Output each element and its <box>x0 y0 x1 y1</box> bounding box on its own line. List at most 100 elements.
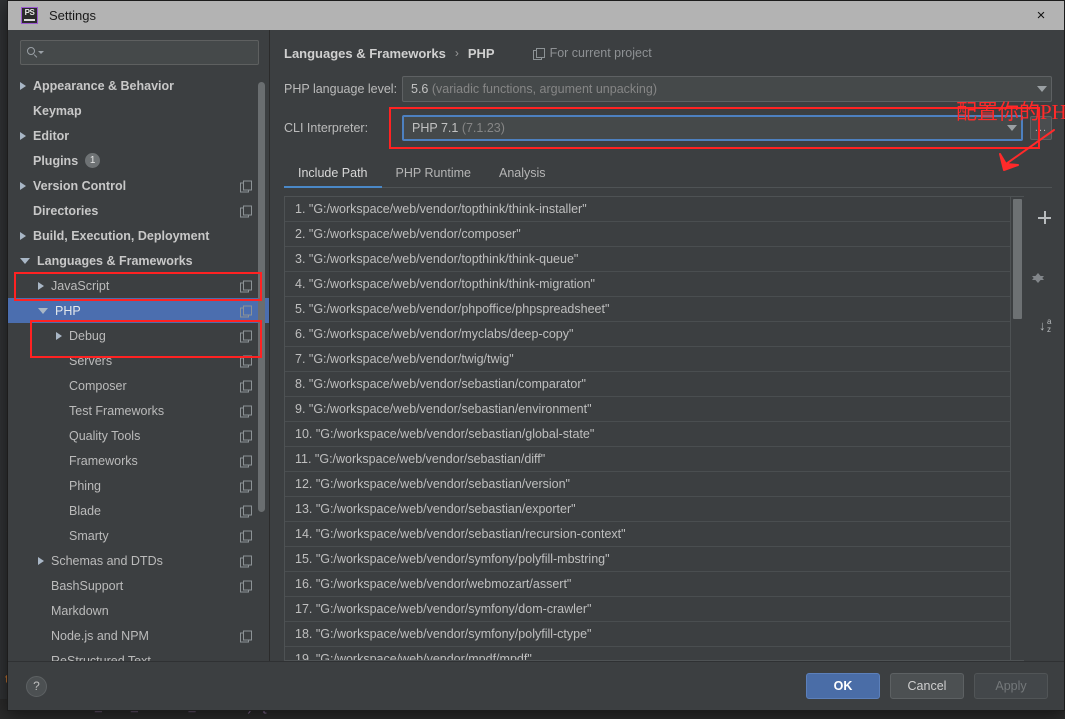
apply-button[interactable]: Apply <box>974 673 1048 699</box>
chevron-right-icon[interactable] <box>20 181 26 190</box>
php-language-level-select[interactable]: 5.6 (variadic functions, argument unpack… <box>402 76 1052 102</box>
include-path-row[interactable]: 19. "G:/workspace/web/vendor/mpdf/mpdf" <box>285 647 1010 660</box>
search-box[interactable] <box>20 40 259 65</box>
sidebar-item-directories[interactable]: Directories <box>8 198 269 223</box>
sidebar-item-javascript[interactable]: JavaScript <box>8 273 269 298</box>
sidebar-item-plugins[interactable]: Plugins 1 <box>8 148 269 173</box>
chevron-right-icon[interactable] <box>38 556 44 565</box>
include-path-row[interactable]: 17. "G:/workspace/web/vendor/symfony/dom… <box>285 597 1010 622</box>
copy-settings-icon <box>532 47 545 60</box>
sidebar-scrollbar-thumb[interactable] <box>258 82 265 512</box>
chevron-down-icon[interactable] <box>38 307 48 314</box>
sidebar-item-servers[interactable]: Servers <box>8 348 269 373</box>
php-language-level-label: PHP language level: <box>284 82 398 96</box>
breadcrumb-parent[interactable]: Languages & Frameworks <box>284 46 446 61</box>
include-path-row[interactable]: 11. "G:/workspace/web/vendor/sebastian/d… <box>285 447 1010 472</box>
include-path-row[interactable]: 15. "G:/workspace/web/vendor/symfony/pol… <box>285 547 1010 572</box>
include-path-row[interactable]: 6. "G:/workspace/web/vendor/myclabs/deep… <box>285 322 1010 347</box>
sidebar-item-frameworks[interactable]: Frameworks <box>8 448 269 473</box>
include-path-scrollbar-thumb[interactable] <box>1013 199 1022 319</box>
cli-interpreter-label: CLI Interpreter: <box>284 121 369 135</box>
add-path-button[interactable] <box>1028 202 1048 220</box>
sidebar-item-quality-tools[interactable]: Quality Tools <box>8 423 269 448</box>
chevron-down-icon[interactable] <box>20 257 30 264</box>
project-scope-icon <box>240 505 252 517</box>
remove-path-button[interactable] <box>1028 229 1048 247</box>
sidebar-item-test-frameworks[interactable]: Test Frameworks <box>8 398 269 423</box>
sidebar-item-keymap[interactable]: Keymap <box>8 98 269 123</box>
tab-include-path[interactable]: Include Path <box>284 166 382 188</box>
sidebar-item-label: Markdown <box>51 603 109 618</box>
include-path-row[interactable]: 4. "G:/workspace/web/vendor/topthink/thi… <box>285 272 1010 297</box>
include-path-row[interactable]: 8. "G:/workspace/web/vendor/sebastian/co… <box>285 372 1010 397</box>
help-button[interactable]: ? <box>26 675 47 697</box>
sidebar-item-debug[interactable]: Debug <box>8 323 269 348</box>
cancel-button[interactable]: Cancel <box>890 673 964 699</box>
include-path-row[interactable]: 2. "G:/workspace/web/vendor/composer" <box>285 222 1010 247</box>
sidebar-item-version-control[interactable]: Version Control <box>8 173 269 198</box>
project-scope-icon <box>240 630 252 642</box>
chevron-right-icon[interactable] <box>20 131 26 140</box>
include-path-row[interactable]: 10. "G:/workspace/web/vendor/sebastian/g… <box>285 422 1010 447</box>
chevron-right-icon[interactable] <box>56 331 62 340</box>
search-input[interactable] <box>42 45 252 60</box>
sidebar-item-node-js-and-npm[interactable]: Node.js and NPM <box>8 623 269 648</box>
sort-button[interactable]: ↓ a z <box>1028 310 1051 334</box>
sidebar-item-composer[interactable]: Composer <box>8 373 269 398</box>
dialog-titlebar: PS Settings × <box>8 1 1064 30</box>
include-path-row[interactable]: 5. "G:/workspace/web/vendor/phpoffice/ph… <box>285 297 1010 322</box>
sidebar-item-markdown[interactable]: Markdown <box>8 598 269 623</box>
sidebar-item-editor[interactable]: Editor <box>8 123 269 148</box>
sidebar-item-label: Smarty <box>69 528 109 543</box>
sidebar-item-bashsupport[interactable]: BashSupport <box>8 573 269 598</box>
breadcrumb-current: PHP <box>467 45 495 61</box>
project-scope-icon <box>240 480 252 492</box>
annotation-arrow-icon <box>999 129 1055 171</box>
sidebar-item-label: Quality Tools <box>69 428 141 443</box>
sidebar-item-smarty[interactable]: Smarty <box>8 523 269 548</box>
cli-interpreter-select[interactable]: PHP 7.1 (7.1.23) <box>402 115 1023 141</box>
include-path-row[interactable]: 18. "G:/workspace/web/vendor/symfony/pol… <box>285 622 1010 647</box>
search-container <box>8 30 269 71</box>
sidebar-item-label: PHP <box>55 303 81 318</box>
sidebar-item-label: Directories <box>33 203 99 218</box>
sidebar-item-restructured-text[interactable]: ReStructured Text <box>8 648 269 662</box>
include-path-row[interactable]: 16. "G:/workspace/web/vendor/webmozart/a… <box>285 572 1010 597</box>
sidebar-item-phing[interactable]: Phing <box>8 473 269 498</box>
sidebar-item-appearance-behavior[interactable]: Appearance & Behavior <box>8 73 269 98</box>
cli-interpreter-row: CLI Interpreter: PHP 7.1 (7.1.23) ... <box>284 107 1052 149</box>
search-icon <box>27 47 44 58</box>
tab-php-runtime[interactable]: PHP Runtime <box>382 166 486 187</box>
chevron-right-icon[interactable] <box>20 231 26 240</box>
include-path-row[interactable]: 7. "G:/workspace/web/vendor/twig/twig" <box>285 347 1010 372</box>
chevron-right-icon[interactable] <box>20 81 26 90</box>
move-down-button[interactable] <box>1028 276 1048 301</box>
chevron-right-icon[interactable] <box>38 281 44 290</box>
close-icon[interactable]: × <box>1018 1 1064 30</box>
sidebar-item-label: Servers <box>69 353 113 368</box>
ok-button[interactable]: OK <box>806 673 880 699</box>
sidebar-item-php[interactable]: PHP <box>8 298 269 323</box>
include-path-row[interactable]: 1. "G:/workspace/web/vendor/topthink/thi… <box>285 197 1010 222</box>
tab-analysis[interactable]: Analysis <box>485 166 560 187</box>
cli-interpreter-version: (7.1.23) <box>461 121 505 135</box>
include-path-scrollbar[interactable] <box>1011 196 1024 661</box>
chevron-down-icon[interactable] <box>1037 86 1047 92</box>
include-path-row[interactable]: 13. "G:/workspace/web/vendor/sebastian/e… <box>285 497 1010 522</box>
include-path-row[interactable]: 12. "G:/workspace/web/vendor/sebastian/v… <box>285 472 1010 497</box>
settings-content-pane: Languages & Frameworks › PHP For current… <box>270 30 1065 661</box>
sidebar-item-label: Composer <box>69 378 127 393</box>
include-path-row[interactable]: 3. "G:/workspace/web/vendor/topthink/thi… <box>285 247 1010 272</box>
project-scope-icon <box>240 455 252 467</box>
project-scope-icon <box>240 205 252 217</box>
include-path-row[interactable]: 14. "G:/workspace/web/vendor/sebastian/r… <box>285 522 1010 547</box>
include-path-row[interactable]: 9. "G:/workspace/web/vendor/sebastian/en… <box>285 397 1010 422</box>
sidebar-item-blade[interactable]: Blade <box>8 498 269 523</box>
move-up-button[interactable] <box>1028 256 1048 280</box>
php-settings-tabs: Include Path PHP Runtime Analysis <box>284 158 1052 188</box>
dialog-footer: ? OK Cancel Apply <box>8 661 1064 710</box>
include-path-list[interactable]: 1. "G:/workspace/web/vendor/topthink/thi… <box>284 196 1011 661</box>
sidebar-item-languages-frameworks[interactable]: Languages & Frameworks <box>8 248 269 273</box>
sidebar-item-schemas-and-dtds[interactable]: Schemas and DTDs <box>8 548 269 573</box>
sidebar-item-build-execution-deployment[interactable]: Build, Execution, Deployment <box>8 223 269 248</box>
